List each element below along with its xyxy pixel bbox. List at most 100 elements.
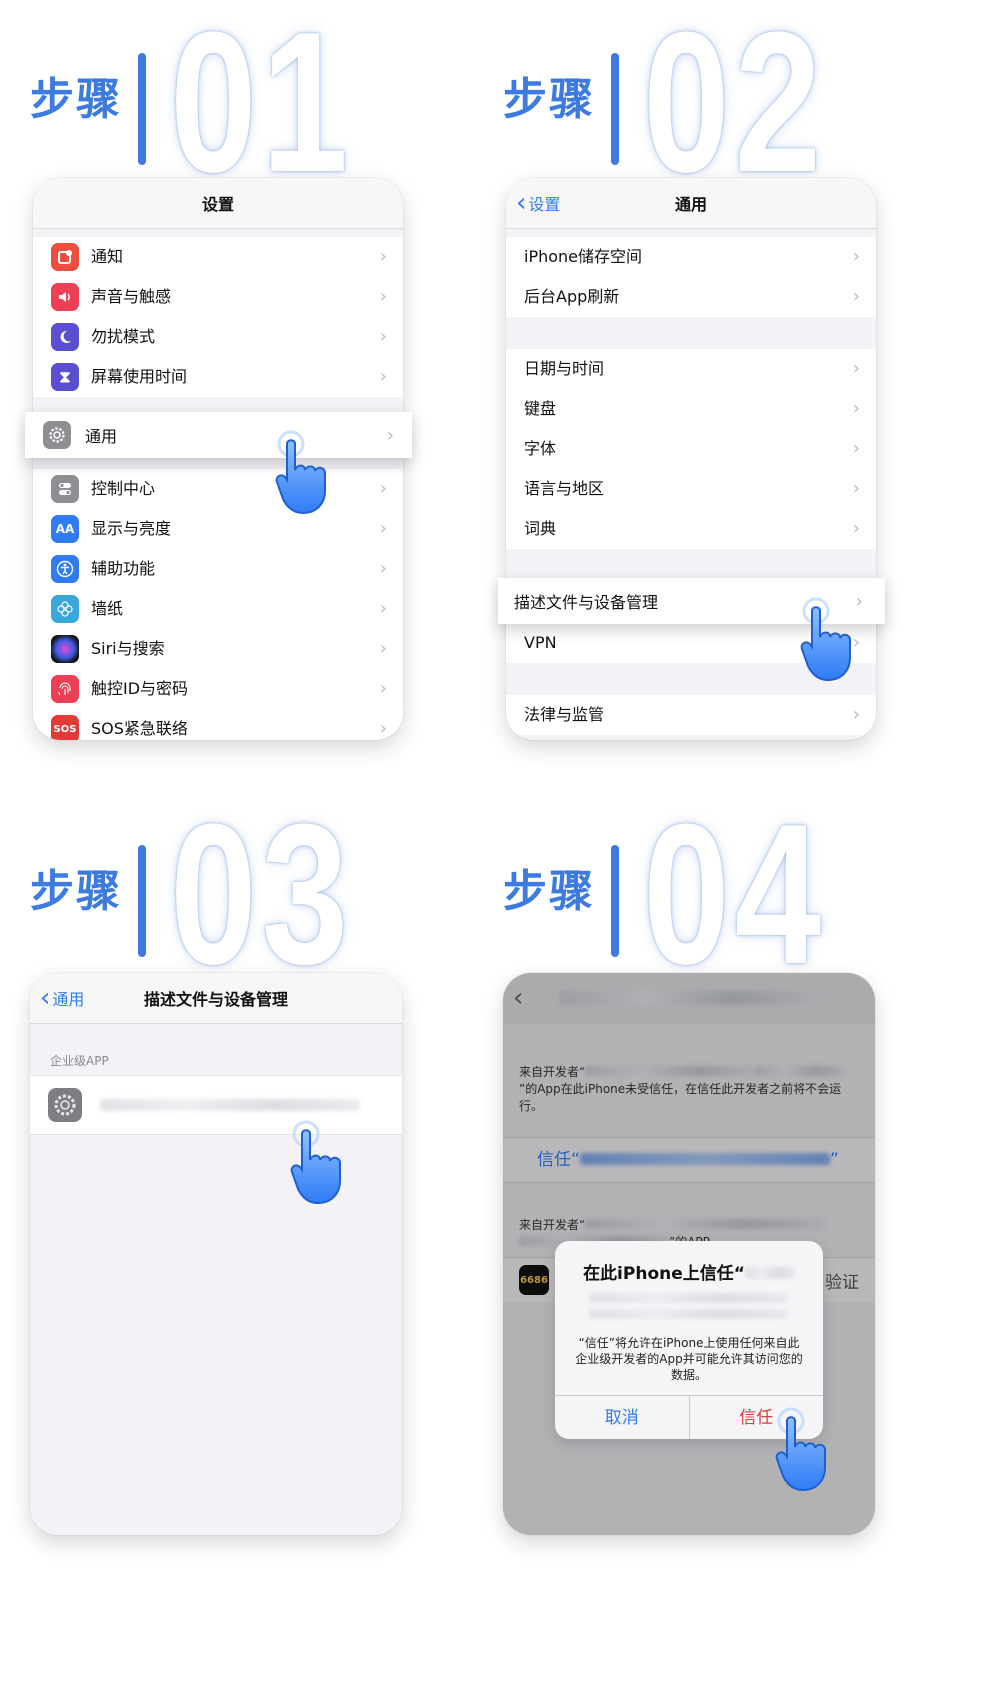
nav-title: 设置 <box>201 195 234 214</box>
chevron-right-icon: › <box>852 286 860 307</box>
settings-item-siri[interactable]: Siri与搜索 › <box>33 629 403 670</box>
item-label: 屏幕使用时间 <box>91 367 188 386</box>
general-item-storage[interactable]: iPhone储存空间 › <box>506 237 876 278</box>
item-label: 通用 <box>85 427 118 446</box>
chevron-right-icon: › <box>386 424 394 446</box>
item-label: 法律与监管 <box>524 705 605 724</box>
item-label: 键盘 <box>524 389 876 430</box>
back-button[interactable]: ‹ 通用 <box>40 973 84 1023</box>
step-divider <box>138 845 146 957</box>
siri-icon <box>51 635 79 663</box>
settings-group-1: 通知 › 声音与触感 › 勿扰模式 › ⧗ 屏幕使用时间 › <box>33 237 403 397</box>
item-label: 词典 <box>524 519 557 538</box>
item-label: 后台App刷新 <box>524 287 620 306</box>
item-label: 勿扰模式 <box>91 317 403 358</box>
chevron-right-icon: › <box>852 478 860 499</box>
hourglass-icon: ⧗ <box>51 363 79 391</box>
nav-bar: ‹ 通用 描述文件与设备管理 <box>30 973 402 1024</box>
settings-item-accessibility[interactable]: 辅助功能 › <box>33 549 403 590</box>
sos-icon: SOS <box>51 715 79 740</box>
chevron-right-icon: › <box>379 326 387 347</box>
chevron-right-icon: › <box>379 638 387 659</box>
step-divider <box>611 845 619 957</box>
step-3-header: 步骤 03 <box>30 795 450 995</box>
chevron-right-icon: › <box>852 438 860 459</box>
chevron-right-icon: › <box>852 518 860 539</box>
chevron-right-icon: › <box>379 558 387 579</box>
step-number: 03 <box>170 783 353 1006</box>
nav-title: 通用 <box>674 195 707 214</box>
settings-item-wallpaper[interactable]: 墙纸 › <box>33 589 403 630</box>
alert-body: “信任”将允许在iPhone上使用任何来自此企业级开发者的App并可能允许其访问… <box>575 1336 803 1382</box>
general-group-1: iPhone储存空间 › 后台App刷新 › <box>506 237 876 317</box>
item-label: 触控ID与密码 <box>91 669 403 710</box>
moon-icon <box>51 323 79 351</box>
tap-hand-icon <box>290 1120 341 1205</box>
general-group-4: 法律与监管 › <box>506 695 876 735</box>
settings-app-icon <box>48 1088 82 1122</box>
back-label: 设置 <box>528 195 561 214</box>
settings-item-screen-time[interactable]: ⧗ 屏幕使用时间 › <box>33 357 403 397</box>
chevron-right-icon: › <box>379 246 387 267</box>
step-divider <box>611 53 619 165</box>
chevron-right-icon: › <box>852 398 860 419</box>
step-label: 步骤 <box>503 74 595 125</box>
chevron-right-icon: › <box>379 678 387 699</box>
back-button[interactable]: ‹ 设置 <box>516 178 560 228</box>
chevron-right-icon: › <box>852 704 860 725</box>
step-1-header: 步骤 01 <box>30 3 450 203</box>
general-item-legal[interactable]: 法律与监管 › <box>506 695 876 735</box>
step-number: 04 <box>643 783 826 1006</box>
item-label: 通知 <box>91 237 403 278</box>
alert-redacted-lines <box>555 1284 823 1319</box>
chevron-right-icon: › <box>852 358 860 379</box>
settings-item-sos[interactable]: SOS SOS紧急联络 › <box>33 709 403 740</box>
tap-hand-icon <box>800 597 851 682</box>
settings-item-notifications[interactable]: 通知 › <box>33 237 403 278</box>
toggles-icon <box>51 475 79 503</box>
chevron-right-icon: › <box>379 718 387 739</box>
nav-title: 描述文件与设备管理 <box>143 990 288 1009</box>
chevron-right-icon: › <box>379 518 387 539</box>
chevron-left-icon: ‹ <box>516 188 527 218</box>
text-size-icon: AA <box>51 515 79 543</box>
cancel-button[interactable]: 取消 <box>555 1396 689 1439</box>
fingerprint-icon <box>51 675 79 703</box>
speaker-icon <box>51 283 79 311</box>
gear-icon <box>43 421 71 449</box>
item-label: 语言与地区 <box>524 469 876 510</box>
screen-profiles: ‹ 通用 描述文件与设备管理 企业级APP <box>30 973 402 1535</box>
settings-item-sounds[interactable]: 声音与触感 › <box>33 277 403 318</box>
step-4-header: 步骤 04 <box>503 795 923 995</box>
item-label: Siri与搜索 <box>91 629 403 670</box>
tap-hand-icon <box>275 430 326 515</box>
item-label: SOS紧急联络 <box>91 709 403 741</box>
chevron-right-icon: › <box>379 286 387 307</box>
general-item-dictionary[interactable]: 词典 › <box>506 509 876 549</box>
nav-bar: 设置 <box>33 178 403 229</box>
step-label: 步骤 <box>30 866 122 917</box>
general-item-date-time[interactable]: 日期与时间 › <box>506 349 876 390</box>
back-label: 通用 <box>52 990 85 1009</box>
item-label: iPhone储存空间 <box>524 237 876 278</box>
nav-bar: ‹ 设置 通用 <box>506 178 876 229</box>
chevron-right-icon: › <box>379 366 387 387</box>
developer-name-redacted <box>100 1099 360 1111</box>
item-label: 描述文件与设备管理 <box>514 593 659 612</box>
step-2-header: 步骤 02 <box>503 3 923 203</box>
step-label: 步骤 <box>30 74 122 125</box>
flower-icon <box>51 595 79 623</box>
settings-item-touch-id[interactable]: 触控ID与密码 › <box>33 669 403 710</box>
general-item-language[interactable]: 语言与地区 › <box>506 469 876 510</box>
chevron-right-icon: › <box>852 246 860 267</box>
general-group-2: 日期与时间 › 键盘 › 字体 › 语言与地区 › 词典 › <box>506 349 876 549</box>
general-item-keyboard[interactable]: 键盘 › <box>506 389 876 430</box>
alert-title-text: 在此iPhone上信任“ <box>583 1264 745 1284</box>
chevron-right-icon: › <box>379 478 387 499</box>
general-item-background-refresh[interactable]: 后台App刷新 › <box>506 277 876 317</box>
settings-item-dnd[interactable]: 勿扰模式 › <box>33 317 403 358</box>
item-label: 声音与触感 <box>91 277 403 318</box>
accessibility-icon <box>51 555 79 583</box>
general-item-fonts[interactable]: 字体 › <box>506 429 876 470</box>
step-divider <box>138 53 146 165</box>
